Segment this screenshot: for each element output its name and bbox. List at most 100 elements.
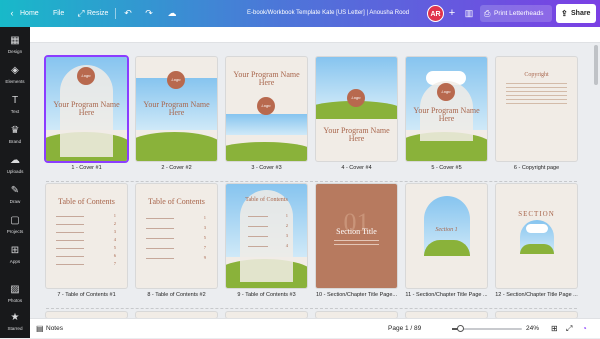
text-line [506, 91, 567, 92]
avatar[interactable]: AR [427, 5, 444, 22]
cover-title: Your Program Name Here [233, 70, 300, 87]
notes-button[interactable]: Notes [46, 319, 63, 339]
toc-row: 3 [248, 233, 288, 239]
section-title: Section Title [336, 227, 377, 236]
share-label: Share [571, 10, 591, 17]
hill-illustration [136, 131, 217, 161]
text-line [334, 244, 379, 245]
bar-chart-icon[interactable]: ▥ [463, 7, 475, 19]
help-icon[interactable]: ◔ [582, 319, 587, 339]
sidebar-item-apps[interactable]: ⊞ Apps [0, 240, 30, 270]
hill-illustration [424, 240, 470, 256]
cloud-save-icon[interactable]: ☁ [166, 7, 178, 19]
sidebar-item-brand[interactable]: ♛ Brand [0, 120, 30, 150]
chevron-left-icon[interactable]: ‹ [6, 7, 18, 19]
cover-title: Your Program Name Here [413, 106, 480, 123]
vertical-scrollbar[interactable] [594, 45, 598, 85]
page-thumbnail-1[interactable]: Logo Your Program Name Here [46, 57, 127, 161]
section-title: SECTION [518, 210, 555, 218]
page-thumbnail-6[interactable]: Copyright [496, 57, 577, 161]
resize-icon: ⤢ [77, 8, 85, 18]
logo-badge: Logo [257, 97, 275, 115]
sidebar-item-elements[interactable]: ◈ Elements [0, 60, 30, 90]
page-indicator[interactable]: Page 1 / 89 [388, 319, 421, 339]
grid-view-icon[interactable]: ⊞ [551, 319, 558, 339]
page-grid: Logo Your Program Name Here 1 - Cover #1… [30, 27, 600, 318]
divider [115, 8, 116, 19]
sidebar-item-label: Projects [6, 229, 24, 234]
page-thumbnail-5[interactable]: Logo Your Program Name Here [406, 57, 487, 161]
sidebar-item-draw[interactable]: ✎ Draw [0, 180, 30, 210]
print-letterheads-button[interactable]: ⎙ Print Letterheads [480, 5, 552, 22]
page-thumbnail-7[interactable]: Table of Contents 1 2 3 4 5 6 7 [46, 184, 127, 288]
toc-row: 2 [56, 221, 116, 227]
resize-button[interactable]: Resize [87, 0, 108, 27]
share-icon: ⇪ [561, 9, 568, 18]
logo-badge: Logo [437, 83, 455, 101]
toc-row: 1 [146, 215, 206, 221]
page-thumbnail-11[interactable]: Section 1 [406, 184, 487, 288]
redo-icon[interactable]: ↷ [143, 7, 155, 19]
toc-row: 2 [248, 223, 288, 229]
share-button[interactable]: ⇪ Share [556, 4, 596, 23]
toc-row: 5 [56, 245, 116, 251]
apps-icon: ⊞ [10, 245, 20, 256]
printer-icon: ⎙ [484, 9, 491, 18]
starred-icon: ★ [10, 312, 20, 323]
page-thumbnail-8[interactable]: Table of Contents 1 3 5 7 9 [136, 184, 217, 288]
home-button[interactable]: Home [20, 0, 39, 27]
page-thumbnail-3[interactable]: Your Program Name Here Logo [226, 57, 307, 161]
sidebar-item-text[interactable]: T Text [0, 90, 30, 120]
draw-icon: ✎ [10, 185, 20, 196]
toc-row: 3 [56, 229, 116, 235]
text-line [506, 83, 567, 84]
row-divider [46, 181, 577, 182]
page-thumbnail-9[interactable]: Table of Contents 1 2 3 4 [226, 184, 307, 288]
brand-icon: ♛ [10, 125, 20, 136]
design-icon: ▦ [10, 35, 20, 46]
toc-row: 4 [248, 243, 288, 249]
sidebar-item-label: Apps [9, 259, 21, 264]
uploads-icon: ☁ [10, 155, 20, 166]
toc-row: 6 [56, 253, 116, 259]
text-line [506, 95, 567, 96]
sidebar-item-uploads[interactable]: ☁ Uploads [0, 150, 30, 180]
page-thumbnail-10[interactable]: 01 Section Title [316, 184, 397, 288]
add-collaborator-button[interactable]: + [445, 6, 459, 20]
sidebar-item-photos[interactable]: ▨ Photos [0, 279, 30, 309]
page-thumbnail-12[interactable]: SECTION [496, 184, 577, 288]
sidebar-item-projects[interactable]: ▢ Projects [0, 210, 30, 240]
toc-row: 9 [146, 255, 206, 261]
fullscreen-icon[interactable]: ⤢ [566, 319, 572, 339]
cloud-illustration [526, 224, 548, 233]
cover-title: Your Program Name Here [143, 100, 210, 117]
notes-icon[interactable]: ▤ [36, 319, 44, 339]
sidebar-item-design[interactable]: ▦ Design [0, 30, 30, 60]
hill-illustration [226, 142, 307, 161]
text-icon: T [11, 95, 19, 106]
sidebar-item-label: Text [10, 109, 20, 114]
toc-title: Table of Contents [58, 197, 115, 206]
logo-badge: Logo [167, 71, 185, 89]
cover-title: Your Program Name Here [53, 100, 120, 117]
sidebar-item-label: Elements [5, 79, 25, 84]
sidebar-item-label: Starred [7, 326, 23, 331]
logo-badge: Logo [77, 67, 95, 85]
text-line [506, 99, 567, 100]
photos-icon: ▨ [10, 284, 20, 295]
cover-title: Your Program Name Here [323, 126, 390, 143]
projects-icon: ▢ [10, 215, 20, 226]
zoom-slider[interactable] [452, 325, 522, 332]
sidebar-item-starred[interactable]: ★ Starred [0, 307, 30, 337]
file-menu[interactable]: File [53, 0, 64, 27]
bottom-bar: ▤ Notes Page 1 / 89 24% ⊞ ⤢ ◔ [30, 318, 600, 338]
page-thumbnail-4[interactable]: Logo Your Program Name Here [316, 57, 397, 161]
undo-icon[interactable]: ↶ [122, 7, 134, 19]
document-title[interactable]: E-book/Workbook Template Kate [US Letter… [247, 0, 409, 27]
sidebar-item-label: Brand [8, 139, 22, 144]
zoom-slider-knob[interactable] [456, 325, 464, 332]
page-thumbnail-2[interactable]: Logo Your Program Name Here [136, 57, 217, 161]
top-bar: ‹ Home File ⤢ Resize ↶ ↷ ☁ E-book/Workbo… [0, 0, 600, 27]
zoom-level[interactable]: 24% [526, 319, 539, 339]
row-divider [46, 308, 577, 309]
